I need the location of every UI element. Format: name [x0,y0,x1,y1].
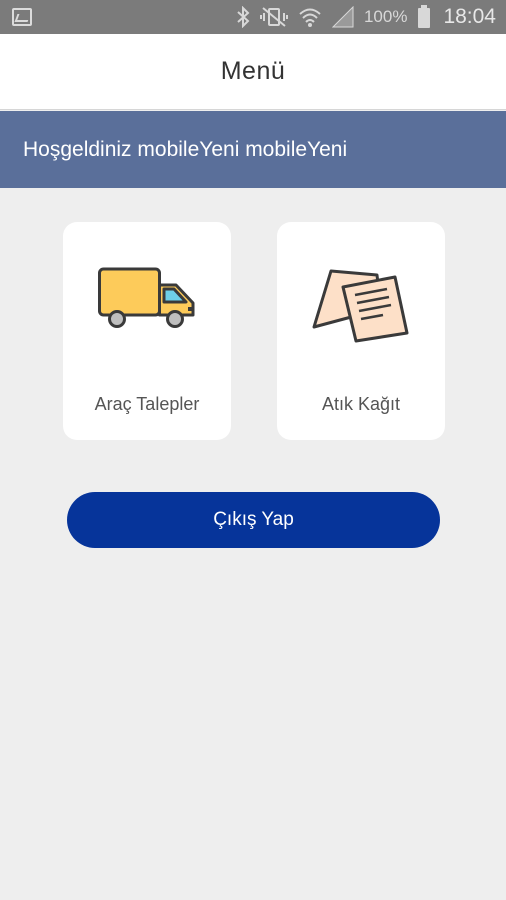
signal-icon [331,6,354,28]
gallery-icon [12,8,32,26]
status-bar: 100% 18:04 [0,0,506,34]
tile-label: Araç Talepler [94,394,200,414]
logout-button[interactable]: Çıkış Yap [67,492,440,548]
bluetooth-icon [236,6,250,28]
battery-icon [417,5,431,29]
truck-icon [98,267,196,336]
papers-icon [311,267,411,352]
clock: 18:04 [443,5,496,28]
welcome-banner: Hoşgeldiniz mobileYeni mobileYeni [0,111,506,188]
mute-vibrate-icon [259,6,288,28]
tile-atik-kagit[interactable]: Atık Kağıt [277,222,445,440]
wifi-icon [298,6,322,28]
tile-arac-talepler[interactable]: Araç Talepler [63,222,231,440]
battery-percent: 100% [363,7,408,26]
tile-label: Atık Kağıt [321,394,401,414]
app-bar: Menü [0,34,506,110]
page-title: Menü [220,57,286,85]
welcome-text: Hoşgeldiniz mobileYeni mobileYeni [23,137,348,161]
status-icons: 100% 18:04 [236,0,496,34]
